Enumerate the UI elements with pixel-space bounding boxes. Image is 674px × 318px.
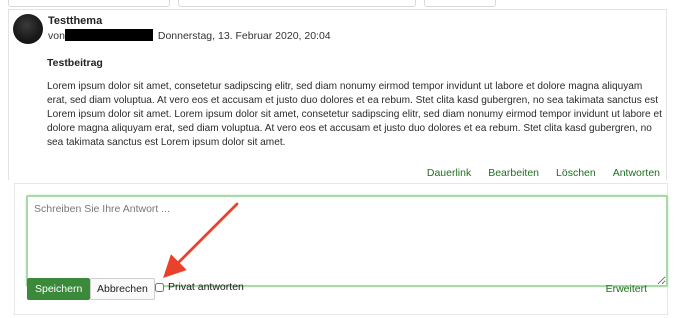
save-button[interactable]: Speichern bbox=[27, 278, 91, 300]
private-reply-checkbox[interactable] bbox=[155, 282, 164, 292]
reply-link[interactable]: Antworten bbox=[613, 167, 660, 179]
delete-link[interactable]: Löschen bbox=[556, 167, 596, 179]
private-reply-option[interactable]: Privat antworten bbox=[155, 281, 244, 293]
permalink-link[interactable]: Dauerlink bbox=[427, 167, 471, 179]
edit-link[interactable]: Bearbeiten bbox=[488, 167, 539, 179]
top-tab-strip bbox=[0, 0, 674, 8]
advanced-link[interactable]: Erweitert bbox=[606, 283, 647, 295]
post-subject: Testthema bbox=[48, 15, 103, 27]
redacted-author-name[interactable] bbox=[64, 29, 153, 41]
top-tab-fragment bbox=[424, 0, 496, 7]
post-title: Testbeitrag bbox=[47, 57, 103, 69]
user-avatar[interactable] bbox=[13, 14, 43, 44]
forum-post: Testthema von Donnerstag, 13. Februar 20… bbox=[8, 9, 667, 180]
post-meta: von Donnerstag, 13. Februar 2020, 20:04 bbox=[48, 29, 331, 42]
cancel-button[interactable]: Abbrechen bbox=[90, 278, 155, 300]
post-body: Lorem ipsum dolor sit amet, consetetur s… bbox=[47, 81, 662, 148]
forum-discussion-page: Testthema von Donnerstag, 13. Februar 20… bbox=[0, 0, 674, 318]
private-reply-label: Privat antworten bbox=[168, 281, 244, 293]
post-actions: Dauerlink Bearbeiten Löschen Antworten bbox=[427, 167, 660, 179]
post-date: Donnerstag, 13. Februar 2020, 20:04 bbox=[157, 30, 331, 42]
top-tab-fragment bbox=[178, 0, 416, 7]
reply-form: Speichern Abbrechen Privat antworten Erw… bbox=[14, 183, 668, 315]
post-by-prefix: von bbox=[48, 30, 65, 42]
reply-textarea[interactable] bbox=[26, 195, 668, 287]
top-tab-fragment bbox=[8, 0, 170, 7]
